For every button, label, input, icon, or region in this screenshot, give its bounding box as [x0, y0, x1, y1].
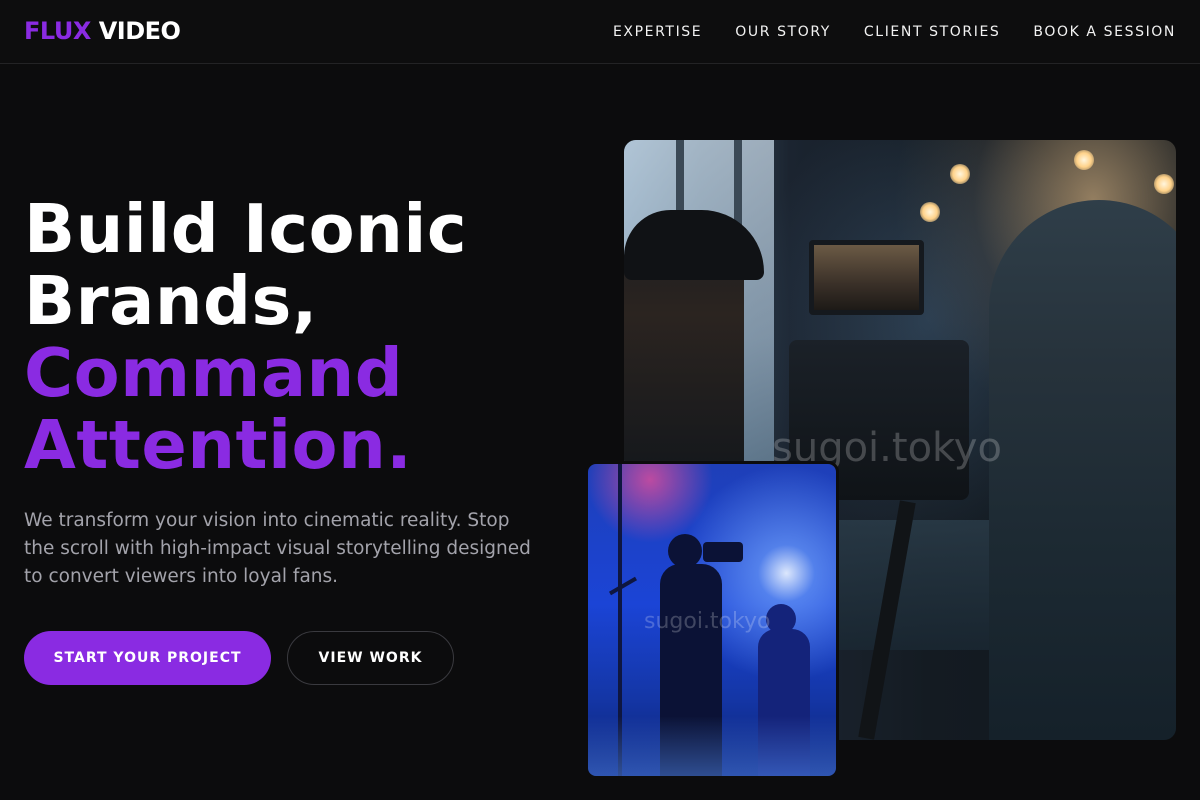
view-work-button[interactable]: VIEW WORK: [287, 631, 454, 685]
nav-link-expertise[interactable]: EXPERTISE: [613, 22, 702, 42]
nav-link-client-stories[interactable]: CLIENT STORIES: [864, 22, 1000, 42]
brand-logo-accent-word: FLUX: [24, 17, 91, 45]
photo-handheld-camera: [703, 542, 743, 562]
photo-light-bulb: [1154, 174, 1174, 194]
photo-videographer-head: [668, 534, 702, 568]
nav-link-book-a-session[interactable]: BOOK A SESSION: [1033, 22, 1176, 42]
photo-light-bulb: [1074, 150, 1094, 170]
nav-link-our-story[interactable]: OUR STORY: [735, 22, 831, 42]
hero-title-line-2: Brands,: [24, 262, 318, 340]
main-nav: EXPERTISE OUR STORY CLIENT STORIES BOOK …: [613, 22, 1176, 42]
photo-director: [989, 200, 1176, 740]
hero-title-line-1: Build Iconic: [24, 190, 468, 268]
photo-stage-floor: [588, 716, 836, 776]
photo-bar-counter: [834, 520, 1014, 650]
photo-light-stand: [609, 576, 637, 596]
inset-photo-watermark: sugoi.tokyo: [644, 609, 771, 634]
hero-title-line-3: Command: [24, 334, 404, 412]
brand-logo-plain-word: VIDEO: [98, 17, 181, 45]
hero-title: Build Iconic Brands, Command Attention.: [24, 193, 467, 481]
site-header: FLUX VIDEO EXPERTISE OUR STORY CLIENT ST…: [0, 0, 1200, 64]
hero-title-line-4: Attention.: [24, 406, 413, 484]
photo-light-bulb: [950, 164, 970, 184]
photo-field-monitor: [809, 240, 924, 315]
hero-inset-photo: sugoi.tokyo: [588, 464, 836, 776]
brand-logo[interactable]: FLUX VIDEO: [24, 17, 181, 45]
hero-subtitle: We transform your vision into cinematic …: [24, 510, 531, 587]
photo-light-bulb: [920, 202, 940, 222]
start-project-button[interactable]: START YOUR PROJECT: [24, 631, 271, 685]
